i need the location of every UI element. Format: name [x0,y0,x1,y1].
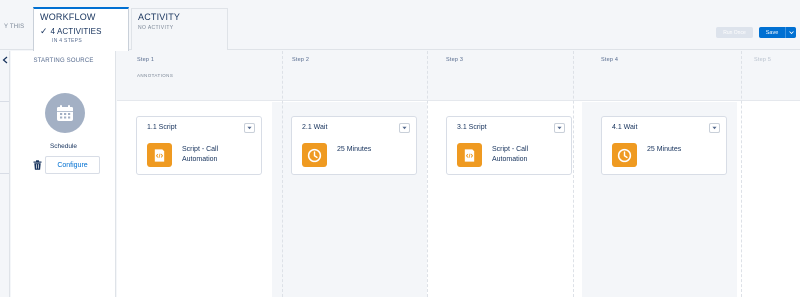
activity-card-description: Script - Call Automation [492,145,567,165]
activity-card-description: 25 Minutes [337,145,412,155]
activity-card-menu-button[interactable] [244,123,255,133]
activity-card-text-line1: Script - Call [492,146,529,153]
step-divider [427,51,428,297]
chevron-down-icon [712,126,717,130]
step-divider [282,51,283,297]
tab-previous-label: Y THIS [4,24,25,30]
activity-card-description: 25 Minutes [647,145,722,155]
tab-workflow[interactable]: WORKFLOW ✓ 4 ACTIVITIES IN 4 STEPS [33,7,129,51]
activity-card-4-1[interactable]: 4.1 Wait 25 Minutes [601,116,727,175]
activity-card-title: 3.1 Script [457,124,487,131]
divider [0,173,9,174]
step-label-3: Step 3 [446,57,464,63]
activity-card-icon [147,143,172,167]
clock-icon [307,148,322,162]
activity-card-text-line2: Automation [492,156,528,163]
starting-source-header: STARTING SOURCE [33,58,94,64]
tab-workflow-activities: 4 ACTIVITIES [50,27,102,36]
journey-builder-canvas: Y THIS WORKFLOW ✓ 4 ACTIVITIES IN 4 STEP… [0,0,800,297]
activity-card-text-line1: 25 Minutes [647,146,682,153]
trash-icon [33,160,41,170]
activity-card-icon [612,143,637,167]
tab-activity-title: ACTIVITY [138,12,181,22]
left-panel [0,51,10,297]
activity-card-text-line2: Automation [182,156,218,163]
step-label-1: Step 1 [137,57,155,63]
tab-workflow-title: WORKFLOW [40,12,96,22]
activity-card-title: 1.1 Script [147,124,177,131]
save-menu-button[interactable] [785,27,796,38]
chevron-down-icon [247,126,252,130]
activity-card-menu-button[interactable] [709,123,720,133]
configure-button[interactable]: Configure [45,156,100,174]
save-button[interactable]: Save [759,27,785,38]
activity-card-icon [302,143,327,167]
script-icon [464,148,475,162]
activity-card-text-line1: Script - Call [182,146,219,153]
clock-icon [617,148,632,162]
steps-area: Step 1 Step 2 Step 3 Step 4 Step 5 ANNOT… [117,51,800,297]
chevron-down-icon [788,31,794,35]
chevron-down-icon [557,126,562,130]
divider [0,101,9,102]
calendar-icon [57,105,73,121]
checkmark-icon: ✓ [40,26,48,36]
script-icon [154,148,165,162]
schedule-source[interactable] [45,93,85,133]
chevron-down-icon [402,126,407,130]
activity-card-2-1[interactable]: 2.1 Wait 25 Minutes [291,116,417,175]
steps-header: Step 1 Step 2 Step 3 Step 4 Step 5 ANNOT… [117,51,800,101]
step-divider [573,51,574,297]
step-label-5: Step 5 [754,57,772,63]
chevron-left-icon [2,56,7,63]
step-divider [741,51,742,297]
activity-card-3-1[interactable]: 3.1 Script Script - Call Automation [446,116,572,175]
activity-card-icon [457,143,482,167]
tab-workflow-steps: IN 4 STEPS [52,38,82,44]
step-label-2: Step 2 [292,57,310,63]
step-label-4: Step 4 [601,57,619,63]
activity-card-description: Script - Call Automation [182,145,257,165]
starting-source-column: STARTING SOURCE Schedule Configure [11,51,116,297]
activity-card-menu-button[interactable] [399,123,410,133]
run-once-button[interactable]: Run Once [716,27,753,38]
tab-activity-subtitle: NO ACTIVITY [138,25,174,31]
activity-card-title: 4.1 Wait [612,124,638,131]
schedule-label: Schedule [49,143,78,150]
activity-card-text-line1: 25 Minutes [337,146,372,153]
activity-card-title: 2.1 Wait [302,124,328,131]
tab-activity[interactable]: ACTIVITY NO ACTIVITY [131,8,228,50]
top-bar: Y THIS WORKFLOW ✓ 4 ACTIVITIES IN 4 STEP… [0,0,800,51]
collapse-panel-button[interactable] [0,54,9,65]
annotations-label: ANNOTATIONS [137,73,174,78]
activity-card-menu-button[interactable] [554,123,565,133]
step-column-5 [741,102,800,297]
tab-previous[interactable]: Y THIS [0,8,30,50]
delete-source-button[interactable] [30,157,44,173]
activity-card-1-1[interactable]: 1.1 Script Script - Call Automation [136,116,262,175]
